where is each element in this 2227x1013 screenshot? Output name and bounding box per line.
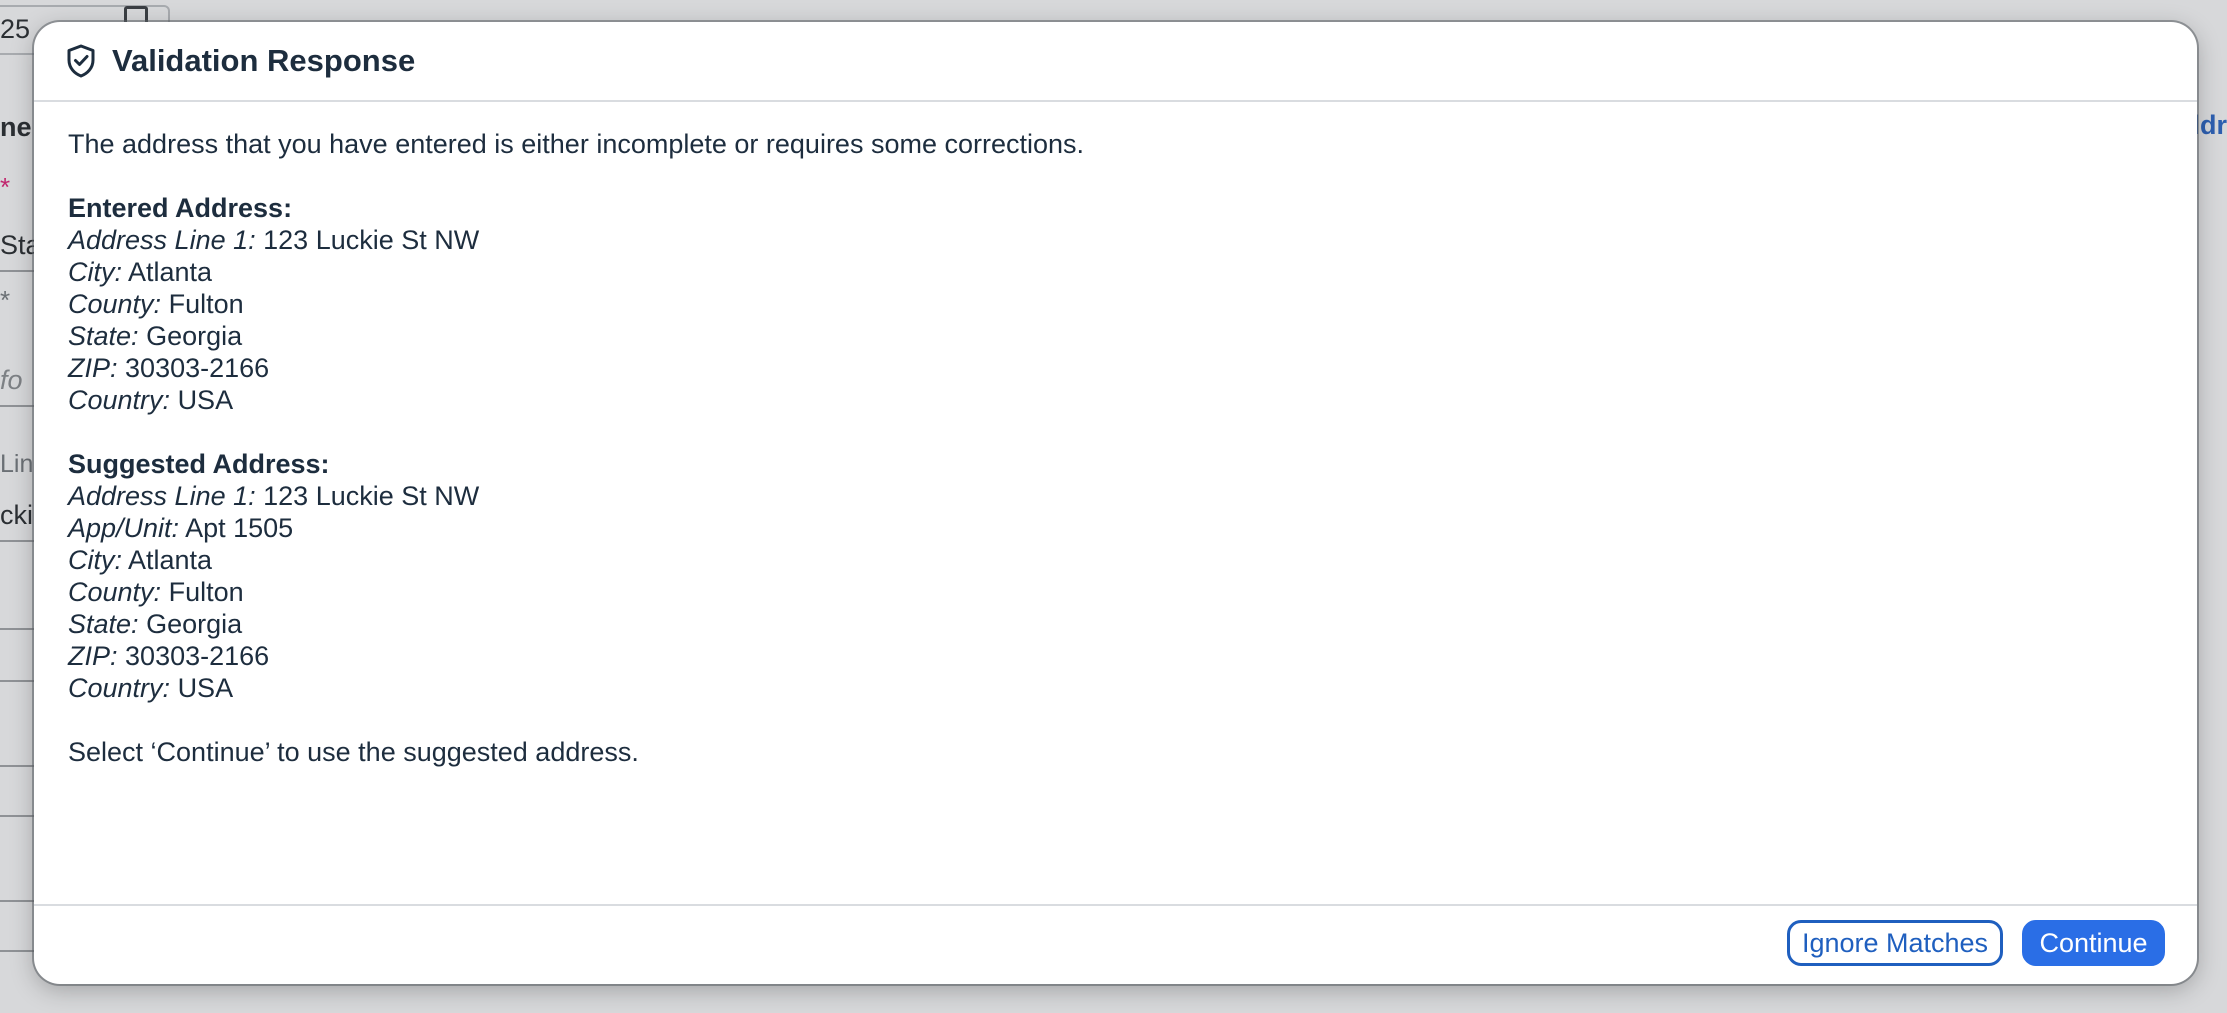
dialog-header: Validation Response: [34, 22, 2197, 102]
divider: [0, 628, 34, 630]
entered-address-line1: Address Line 1: 123 Luckie St NW: [68, 225, 480, 255]
suggested-state: State: Georgia: [68, 609, 243, 639]
ignore-matches-button[interactable]: Ignore Matches: [1787, 920, 2003, 966]
divider: [0, 950, 34, 952]
dialog-footer: Ignore Matches Continue: [34, 904, 2197, 984]
entered-country: Country: USA: [68, 385, 234, 415]
entered-state: State: Georgia: [68, 321, 243, 351]
date-fragment: 25: [0, 14, 31, 44]
suggested-address-line1: Address Line 1: 123 Luckie St NW: [68, 481, 480, 511]
suggested-address-block: Suggested Address: Address Line 1: 123 L…: [68, 448, 2163, 704]
suggested-unit: App/Unit: Apt 1505: [68, 513, 294, 543]
dialog-title: Validation Response: [112, 43, 416, 78]
dialog-body: The address that you have entered is eit…: [34, 102, 2197, 768]
divider: [0, 900, 34, 902]
divider: [0, 815, 34, 817]
intro-text: The address that you have entered is eit…: [68, 129, 1085, 159]
entered-county: County: Fulton: [68, 289, 244, 319]
entered-zip: ZIP: 30303-2166: [68, 353, 270, 383]
suggested-country: Country: USA: [68, 673, 234, 703]
suggested-city: City: Atlanta: [68, 545, 213, 575]
divider: [0, 765, 34, 767]
suggested-county: County: Fulton: [68, 577, 244, 607]
required-mark-2: *: [0, 285, 11, 315]
shield-check-icon: [67, 44, 95, 78]
instruction-text: Select ‘Continue’ to use the suggested a…: [68, 737, 639, 767]
address-link-fragment[interactable]: ldr: [2193, 110, 2227, 141]
placeholder-field[interactable]: fo: [0, 365, 34, 407]
entered-city: City: Atlanta: [68, 257, 213, 287]
required-mark: *: [0, 172, 11, 202]
address-line-label-fragment: Lin: [0, 450, 34, 478]
state-field[interactable]: Sta: [0, 230, 34, 272]
validation-dialog: Validation Response The address that you…: [34, 22, 2197, 984]
continue-button[interactable]: Continue: [2022, 920, 2165, 966]
entered-address-block: Entered Address: Address Line 1: 123 Luc…: [68, 192, 2163, 416]
suggested-address-heading: Suggested Address:: [68, 449, 330, 479]
entered-address-heading: Entered Address:: [68, 193, 293, 223]
address-line-field[interactable]: ckie: [0, 500, 34, 542]
divider: [0, 680, 34, 682]
form-label-fragment: ne: [0, 112, 32, 142]
suggested-zip: ZIP: 30303-2166: [68, 641, 270, 671]
